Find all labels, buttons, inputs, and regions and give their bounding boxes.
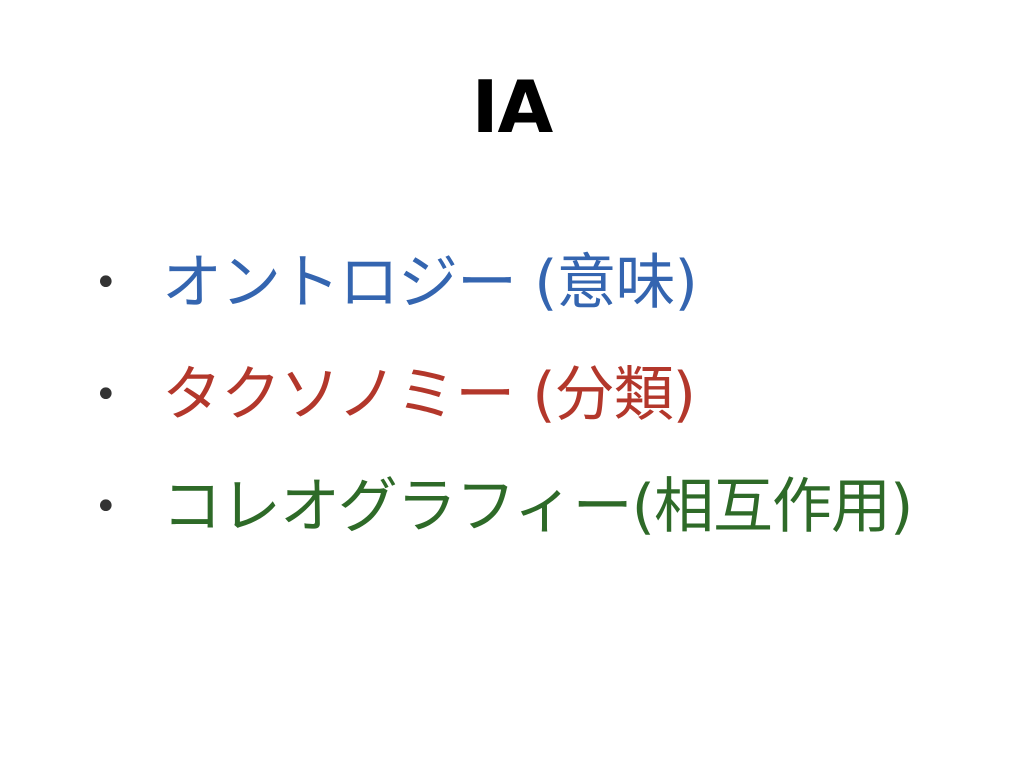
bullet-list: • オントロジー (意味) • タクソノミー (分類) • コレオグラフィー(相… xyxy=(90,246,1010,582)
bullet-dot-icon: • xyxy=(94,484,118,530)
bullet-text-ontology: オントロジー (意味) xyxy=(162,248,698,318)
bullet-text-choreography: コレオグラフィー(相互作用) xyxy=(162,472,913,542)
bullet-dot-icon: • xyxy=(94,372,118,418)
bullet-dot-icon: • xyxy=(94,260,118,306)
bullet-item-taxonomy: • タクソノミー (分類) xyxy=(90,358,1010,470)
bullet-item-ontology: • オントロジー (意味) xyxy=(90,246,1010,358)
bullet-text-taxonomy: タクソノミー (分類) xyxy=(162,360,696,430)
slide-title: IA xyxy=(471,65,554,149)
slide: IA • オントロジー (意味) • タクソノミー (分類) • コレオグラフィ… xyxy=(0,0,1024,768)
bullet-item-choreography: • コレオグラフィー(相互作用) xyxy=(90,470,1010,582)
